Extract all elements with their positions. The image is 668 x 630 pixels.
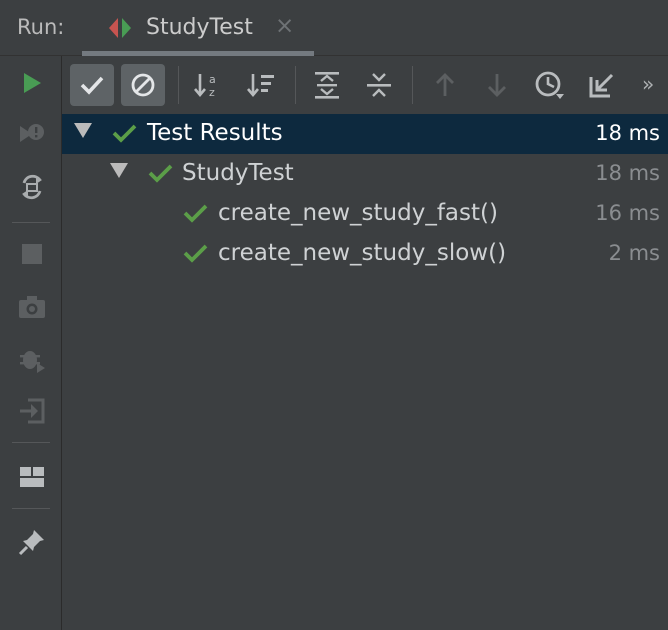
camera-icon: [19, 296, 45, 318]
expand-triangle-icon[interactable]: [74, 123, 92, 138]
toolbar-divider: [412, 66, 413, 104]
check-icon: [80, 76, 104, 95]
tree-row-duration: 16 ms: [595, 201, 660, 225]
collapse-all-icon: [367, 73, 391, 97]
gutter-divider: [12, 508, 50, 509]
rerun-failed-icon: [20, 124, 44, 142]
passed-check-icon: [112, 124, 137, 143]
tree-row-test-results[interactable]: Test Results 18 ms: [62, 114, 668, 154]
clock-icon: [535, 71, 564, 99]
passed-check-icon: [183, 204, 208, 223]
restore-layout-button[interactable]: [14, 459, 50, 495]
dump-threads-button[interactable]: [14, 289, 50, 325]
auto-rerun-icon: [22, 174, 42, 200]
stop-icon: [22, 244, 42, 264]
expand-all-icon: [315, 72, 339, 99]
tab-studytest[interactable]: StudyTest ×: [82, 0, 314, 56]
expand-triangle-icon[interactable]: [110, 163, 128, 178]
tree-row-duration: 18 ms: [595, 121, 660, 145]
svg-text:z: z: [209, 86, 215, 99]
tree-row-label: create_new_study_fast(): [218, 200, 498, 226]
tree-row-duration: 18 ms: [595, 161, 660, 185]
run-tool-window: Run: StudyTest × a z » Test Results 18 m…: [0, 0, 668, 630]
toggle-auto-test-button[interactable]: [14, 169, 50, 205]
rerun-failed-button[interactable]: [14, 117, 50, 153]
debug-button[interactable]: [14, 341, 50, 377]
layout-icon: [20, 467, 44, 487]
exit-button[interactable]: [14, 393, 50, 429]
test-results-tree: Test Results 18 ms StudyTest 18 ms creat…: [62, 114, 668, 630]
sort-duration-button[interactable]: [240, 64, 284, 106]
sort-alpha-button[interactable]: a z: [187, 64, 231, 106]
stop-button[interactable]: [14, 236, 50, 272]
tree-row-studytest[interactable]: StudyTest 18 ms: [62, 154, 668, 194]
gutter-divider: [12, 222, 50, 223]
run-header: Run: StudyTest ×: [0, 0, 668, 56]
passed-check-icon: [148, 164, 173, 183]
show-ignored-button[interactable]: [121, 64, 165, 106]
test-history-button[interactable]: [528, 64, 572, 106]
import-tests-button[interactable]: [580, 64, 624, 106]
test-toolbar: a z »: [62, 56, 668, 114]
toolbar-divider: [178, 66, 179, 104]
exit-icon: [20, 398, 45, 424]
run-config-icon: [109, 18, 131, 38]
next-failed-button[interactable]: [475, 64, 519, 106]
prev-failed-button[interactable]: [423, 64, 467, 106]
import-icon: [589, 73, 614, 98]
run-icon: [24, 73, 41, 93]
left-toolbar: [0, 56, 62, 630]
tree-row-duration: 2 ms: [608, 241, 660, 265]
tree-row-create-new-study-slow[interactable]: create_new_study_slow() 2 ms: [62, 234, 668, 274]
sort-alpha-icon: a z: [194, 73, 216, 99]
ignored-icon: [131, 73, 155, 97]
close-icon[interactable]: ×: [275, 13, 294, 39]
pin-icon: [18, 530, 44, 556]
svg-text:a: a: [209, 73, 216, 86]
pin-tab-button[interactable]: [14, 524, 50, 560]
toolbar-divider: [295, 66, 296, 104]
tree-row-label: StudyTest: [182, 160, 294, 186]
collapse-all-button[interactable]: [357, 64, 401, 106]
tree-row-label: create_new_study_slow(): [218, 240, 507, 266]
arrow-up-icon: [436, 73, 454, 96]
arrow-down-icon: [488, 74, 506, 97]
bug-icon: [20, 351, 45, 373]
tree-row-create-new-study-fast[interactable]: create_new_study_fast() 16 ms: [62, 194, 668, 234]
show-passed-button[interactable]: [70, 64, 114, 106]
tab-title: StudyTest: [146, 15, 253, 40]
sort-duration-icon: [247, 74, 274, 98]
rerun-button[interactable]: [14, 65, 50, 101]
tree-row-label: Test Results: [147, 120, 283, 146]
gutter-divider: [12, 442, 50, 443]
expand-all-button[interactable]: [305, 64, 349, 106]
more-actions-icon[interactable]: »: [642, 72, 654, 96]
passed-check-icon: [183, 244, 208, 263]
run-label: Run:: [17, 15, 65, 39]
